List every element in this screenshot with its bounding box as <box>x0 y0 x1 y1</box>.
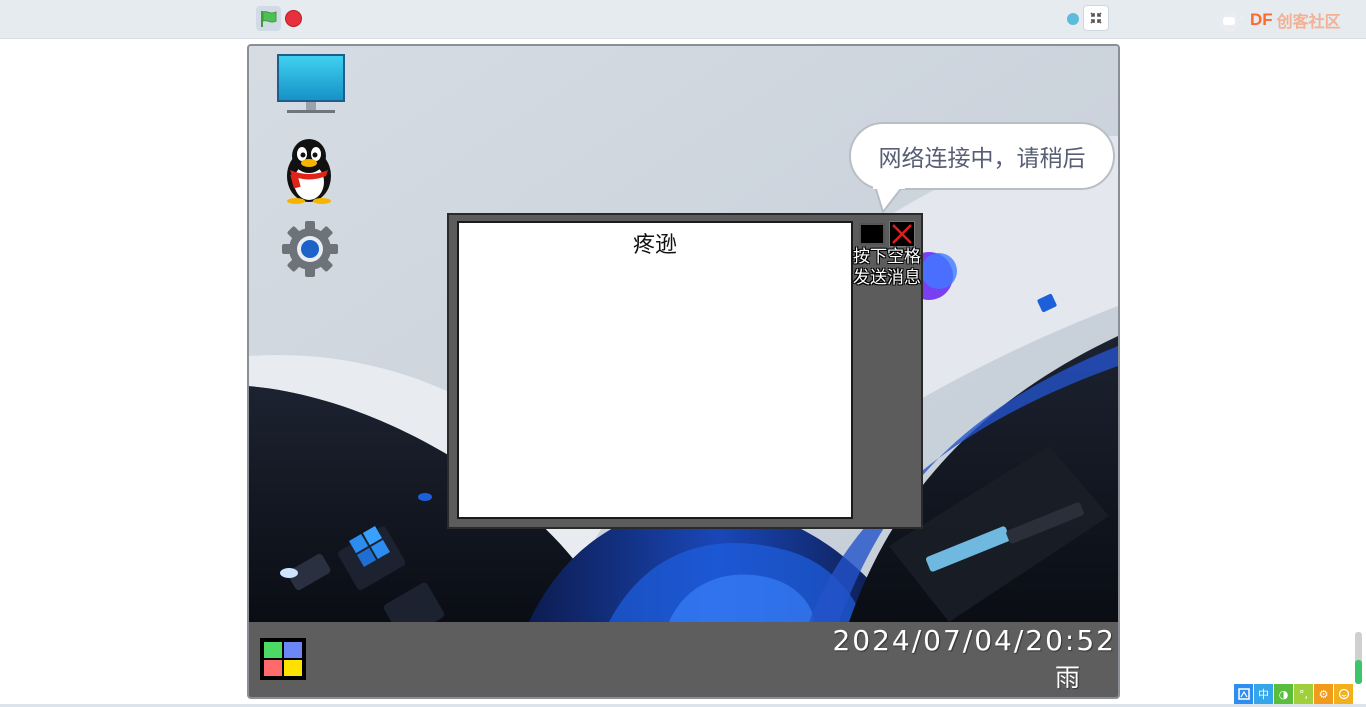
taskbar-clock: 2024/07/04/20:52 <box>832 624 1116 657</box>
taskbar: 2024/07/04/20:52 雨 <box>249 622 1118 697</box>
send-hint: 按下空格 发送消息 <box>849 247 925 289</box>
hint-line-1: 按下空格 <box>853 247 921 267</box>
green-flag-icon <box>260 10 276 27</box>
stage[interactable]: 网络连接中，请稍后 疼逊 按下空格 发送消息 2024/07/04/20:52 <box>247 44 1120 699</box>
turbo-mode-indicator <box>1067 13 1079 25</box>
chat-message-panel[interactable]: 疼逊 <box>457 221 853 519</box>
ime-chinese-mode[interactable]: 中 <box>1254 684 1274 704</box>
stop-button[interactable] <box>285 10 302 27</box>
minimize-button[interactable] <box>859 223 885 245</box>
chat-window[interactable]: 疼逊 按下空格 发送消息 <box>447 213 923 529</box>
brand-df: DF <box>1250 10 1273 29</box>
df-community-logo[interactable]: DF 创客社区 <box>1212 5 1341 35</box>
volume-indicator[interactable] <box>1355 632 1362 684</box>
bubble-text: 网络连接中，请稍后 <box>878 146 1086 172</box>
start-tile-yellow <box>284 660 302 676</box>
ime-tray: 中 ◑ °, ⚙ <box>1234 684 1354 704</box>
computer-icon[interactable] <box>275 54 347 118</box>
brand-name: 创客社区 <box>1276 12 1341 31</box>
exit-fullscreen-button[interactable] <box>1083 5 1109 31</box>
settings-gear-icon[interactable] <box>280 219 340 279</box>
hint-line-2: 发送消息 <box>853 268 921 288</box>
ime-logo-icon[interactable] <box>1234 684 1254 704</box>
robot-logo-icon <box>1213 12 1245 32</box>
start-tile-green <box>264 642 282 658</box>
weather-label: 雨 <box>1055 663 1081 692</box>
chat-title: 疼逊 <box>632 233 677 258</box>
ime-punctuation-icon[interactable]: °, <box>1294 684 1314 704</box>
qq-penguin-icon[interactable] <box>280 136 338 204</box>
speech-bubble-tail <box>873 186 905 214</box>
top-toolbar: DF 创客社区 <box>0 0 1366 39</box>
close-button[interactable] <box>889 221 915 247</box>
start-tile-blue <box>284 642 302 658</box>
speech-bubble: 网络连接中，请稍后 <box>849 122 1115 190</box>
ime-face-icon[interactable] <box>1334 684 1354 704</box>
ime-settings-icon[interactable]: ⚙ <box>1314 684 1334 704</box>
green-flag-button[interactable] <box>256 6 281 31</box>
exit-fullscreen-icon <box>1090 12 1102 24</box>
start-button[interactable] <box>260 638 306 680</box>
start-tile-red <box>264 660 282 676</box>
ime-halfwidth-icon[interactable]: ◑ <box>1274 684 1294 704</box>
close-icon <box>892 224 912 244</box>
